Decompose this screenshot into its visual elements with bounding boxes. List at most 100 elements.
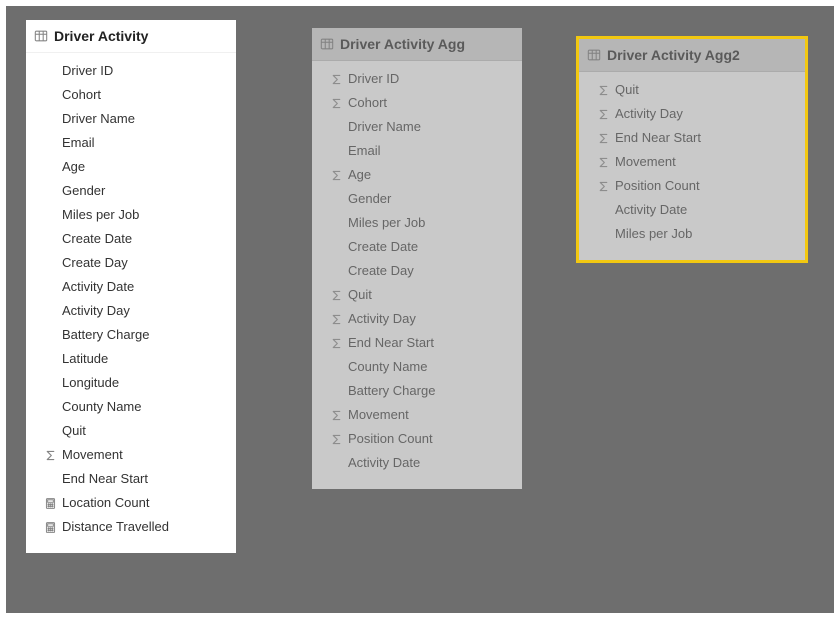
- blank-icon: [328, 455, 344, 471]
- field-label: Miles per Job: [615, 225, 692, 243]
- field-row[interactable]: Create Date: [32, 227, 230, 251]
- sigma-icon: [328, 71, 344, 87]
- field-row[interactable]: End Near Start: [318, 331, 516, 355]
- field-label: Activity Date: [62, 278, 134, 296]
- field-label: Longitude: [62, 374, 119, 392]
- field-row[interactable]: Quit: [32, 419, 230, 443]
- sigma-icon: [328, 95, 344, 111]
- field-row[interactable]: Quit: [318, 283, 516, 307]
- field-row[interactable]: Movement: [585, 150, 799, 174]
- field-row[interactable]: Activity Day: [318, 307, 516, 331]
- blank-icon: [42, 351, 58, 367]
- field-row[interactable]: End Near Start: [585, 126, 799, 150]
- table-title: Driver Activity Agg2: [607, 47, 740, 63]
- sigma-icon: [595, 154, 611, 170]
- field-row[interactable]: Create Day: [318, 259, 516, 283]
- field-row[interactable]: Position Count: [585, 174, 799, 198]
- table-header[interactable]: Driver Activity Agg: [312, 28, 522, 61]
- field-label: Movement: [348, 406, 409, 424]
- field-label: Location Count: [62, 494, 149, 512]
- field-label: Gender: [348, 190, 391, 208]
- field-label: Create Date: [62, 230, 132, 248]
- field-row[interactable]: Create Date: [318, 235, 516, 259]
- field-row[interactable]: Activity Day: [32, 299, 230, 323]
- field-label: Cohort: [62, 86, 101, 104]
- field-row[interactable]: Activity Date: [585, 198, 799, 222]
- field-list: QuitActivity Day End Near Start Movement Po…: [579, 72, 805, 260]
- blank-icon: [328, 119, 344, 135]
- field-row[interactable]: Driver ID: [318, 67, 516, 91]
- blank-icon: [42, 63, 58, 79]
- sigma-icon: [328, 311, 344, 327]
- blank-icon: [328, 215, 344, 231]
- blank-icon: [42, 375, 58, 391]
- field-row[interactable]: Quit: [585, 78, 799, 102]
- table-header[interactable]: Driver Activity Agg2: [579, 39, 805, 72]
- field-row[interactable]: County Name: [318, 355, 516, 379]
- table-header[interactable]: Driver Activity: [26, 20, 236, 53]
- model-canvas[interactable]: Driver Activity Driver ID Cohort Driver Nam…: [0, 0, 840, 619]
- field-label: Latitude: [62, 350, 108, 368]
- table-title: Driver Activity: [54, 28, 148, 44]
- field-label: Miles per Job: [62, 206, 139, 224]
- field-row[interactable]: Miles per Job: [318, 211, 516, 235]
- blank-icon: [42, 159, 58, 175]
- blank-icon: [42, 255, 58, 271]
- field-label: End Near Start: [615, 129, 701, 147]
- field-row[interactable]: Cohort: [318, 91, 516, 115]
- field-label: Email: [348, 142, 381, 160]
- field-row[interactable]: Driver Name: [318, 115, 516, 139]
- field-row[interactable]: Activity Day: [585, 102, 799, 126]
- blank-icon: [42, 399, 58, 415]
- blank-icon: [328, 239, 344, 255]
- field-label: Position Count: [615, 177, 700, 195]
- field-row[interactable]: Gender: [32, 179, 230, 203]
- field-row[interactable]: Location Count: [32, 491, 230, 515]
- field-label: Create Day: [62, 254, 128, 272]
- field-row[interactable]: Latitude: [32, 347, 230, 371]
- sigma-icon: [328, 287, 344, 303]
- field-row[interactable]: Gender: [318, 187, 516, 211]
- field-label: Quit: [62, 422, 86, 440]
- field-row[interactable]: Longitude: [32, 371, 230, 395]
- field-row[interactable]: Age: [318, 163, 516, 187]
- blank-icon: [42, 183, 58, 199]
- blank-icon: [42, 303, 58, 319]
- field-list: Driver ID Cohort Driver Name EmailAge Gender…: [26, 53, 236, 553]
- field-row[interactable]: Driver ID: [32, 59, 230, 83]
- field-row[interactable]: Position Count: [318, 427, 516, 451]
- table-title: Driver Activity Agg: [340, 36, 465, 52]
- field-label: Driver Name: [62, 110, 135, 128]
- field-row[interactable]: Miles per Job: [32, 203, 230, 227]
- table-card-driver-activity[interactable]: Driver Activity Driver ID Cohort Driver Nam…: [26, 20, 236, 553]
- field-row[interactable]: Cohort: [32, 83, 230, 107]
- field-label: Cohort: [348, 94, 387, 112]
- field-label: County Name: [348, 358, 427, 376]
- field-row[interactable]: Activity Date: [32, 275, 230, 299]
- field-row[interactable]: Battery Charge: [318, 379, 516, 403]
- field-row[interactable]: Driver Name: [32, 107, 230, 131]
- field-row[interactable]: County Name: [32, 395, 230, 419]
- field-row[interactable]: End Near Start: [32, 467, 230, 491]
- blank-icon: [42, 111, 58, 127]
- field-label: Miles per Job: [348, 214, 425, 232]
- field-row[interactable]: Email: [318, 139, 516, 163]
- field-row[interactable]: Movement: [318, 403, 516, 427]
- field-label: Gender: [62, 182, 105, 200]
- blank-icon: [42, 423, 58, 439]
- field-label: Activity Date: [615, 201, 687, 219]
- field-row[interactable]: Create Day: [32, 251, 230, 275]
- table-card-driver-activity-agg2[interactable]: Driver Activity Agg2 QuitActivity Day End …: [576, 36, 808, 263]
- field-row[interactable]: Battery Charge: [32, 323, 230, 347]
- field-label: Distance Travelled: [62, 518, 169, 536]
- field-label: Driver ID: [62, 62, 113, 80]
- field-row[interactable]: Activity Date: [318, 451, 516, 475]
- table-icon: [320, 37, 334, 51]
- field-row[interactable]: Email: [32, 131, 230, 155]
- table-card-driver-activity-agg[interactable]: Driver Activity Agg Driver ID Cohort Driver…: [312, 28, 522, 489]
- field-row[interactable]: Movement: [32, 443, 230, 467]
- field-row[interactable]: Distance Travelled: [32, 515, 230, 539]
- field-row[interactable]: Miles per Job: [585, 222, 799, 246]
- field-label: Activity Day: [348, 310, 416, 328]
- field-row[interactable]: Age: [32, 155, 230, 179]
